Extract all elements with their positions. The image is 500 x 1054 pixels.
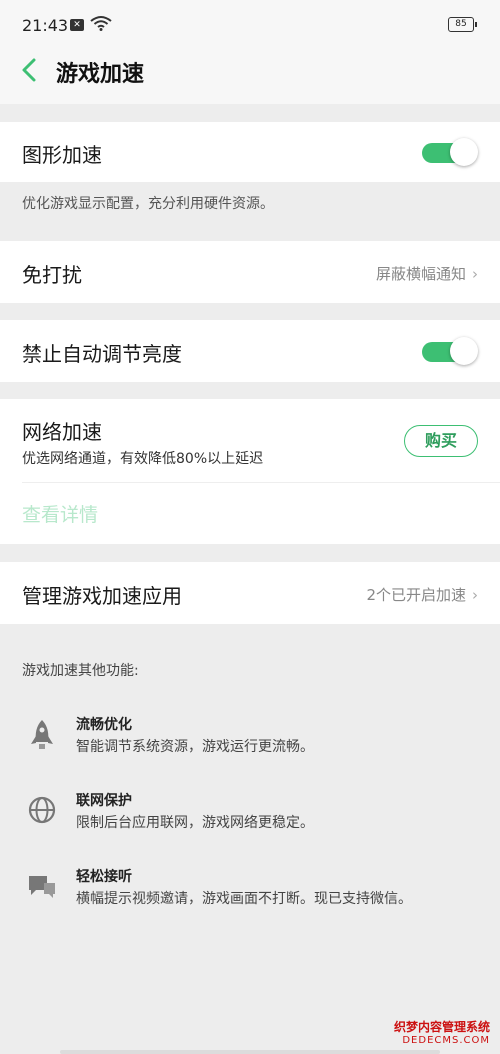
network-accel-label: 网络加速 (22, 420, 102, 444)
feature-desc: 智能调节系统资源，游戏运行更流畅。 (76, 739, 314, 755)
rocket-icon (26, 718, 58, 750)
header-bar: 21:43 ✕ 85 游戏加速 (0, 0, 500, 104)
network-accel-subtext: 优选网络通道，有效降低80%以上延迟 (22, 451, 264, 467)
divider (22, 482, 500, 483)
notification-icon: ✕ (70, 19, 84, 31)
feature-name: 流畅优化 (76, 717, 132, 733)
manage-apps-value: 2个已开启加速 › (366, 586, 478, 604)
chevron-right-icon: › (472, 586, 478, 604)
other-features-title: 游戏加速其他功能: (22, 663, 139, 679)
network-accel-card: 网络加速 优选网络通道，有效降低80%以上延迟 购买 查看详情 (0, 399, 500, 544)
graphics-accel-label: 图形加速 (22, 143, 102, 167)
feature-desc: 限制后台应用联网，游戏网络更稳定。 (76, 815, 314, 831)
feature-name: 轻松接听 (76, 869, 132, 885)
brightness-label: 禁止自动调节亮度 (22, 342, 182, 366)
chat-bubble-icon (26, 870, 58, 902)
feature-item: 联网保护 限制后台应用联网，游戏网络更稳定。 (0, 790, 500, 850)
watermark-line1: 织梦内容管理系统 (393, 1020, 490, 1034)
buy-button[interactable]: 购买 (404, 425, 478, 457)
graphics-accel-desc: 优化游戏显示配置，充分利用硬件资源。 (22, 196, 274, 212)
view-details-link[interactable]: 查看详情 (22, 500, 98, 527)
dnd-row[interactable]: 免打扰 屏蔽横幅通知 › (0, 241, 500, 303)
globe-icon (26, 794, 58, 826)
dnd-label: 免打扰 (22, 263, 82, 287)
manage-apps-row[interactable]: 管理游戏加速应用 2个已开启加速 › (0, 562, 500, 624)
brightness-row[interactable]: 禁止自动调节亮度 (0, 320, 500, 382)
wifi-icon (90, 15, 112, 35)
status-time: 21:43 (22, 16, 69, 35)
manage-apps-label: 管理游戏加速应用 (22, 584, 182, 608)
feature-item: 轻松接听 横幅提示视频邀请，游戏画面不打断。现已支持微信。 (0, 866, 500, 926)
home-indicator (60, 1050, 440, 1054)
watermark-logo: 织梦内容管理系统 DEDECMS.COM (394, 1018, 490, 1046)
chevron-right-icon: › (472, 265, 478, 283)
brightness-toggle[interactable] (422, 337, 478, 365)
watermark-line2: DEDECMS.COM (402, 1035, 490, 1046)
feature-name: 联网保护 (76, 793, 132, 809)
page-title: 游戏加速 (56, 62, 145, 87)
dnd-value: 屏蔽横幅通知 › (375, 265, 478, 283)
back-arrow-icon[interactable] (18, 56, 40, 88)
battery-icon: 85 (448, 17, 477, 32)
feature-desc: 横幅提示视频邀请，游戏画面不打断。现已支持微信。 (76, 891, 412, 907)
feature-item: 流畅优化 智能调节系统资源，游戏运行更流畅。 (0, 714, 500, 774)
graphics-accel-row[interactable]: 图形加速 (0, 122, 500, 182)
graphics-accel-toggle[interactable] (422, 138, 478, 166)
